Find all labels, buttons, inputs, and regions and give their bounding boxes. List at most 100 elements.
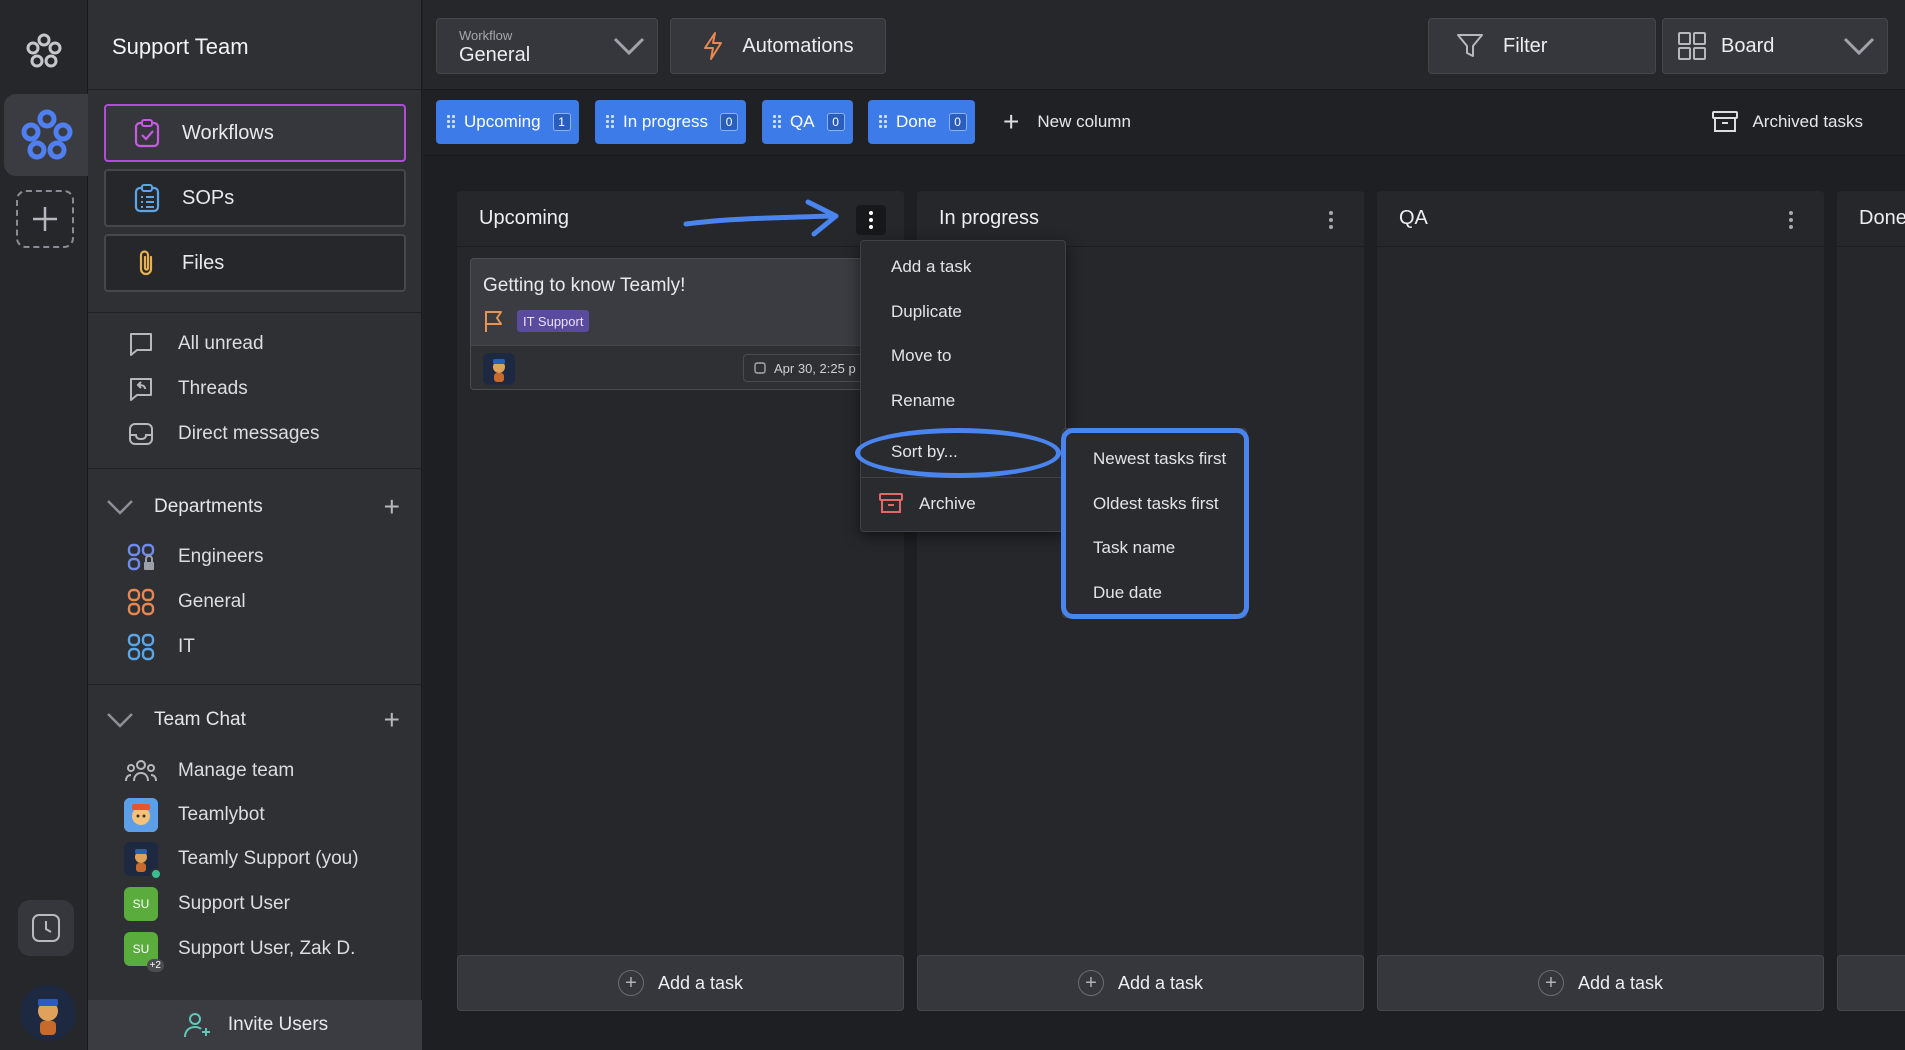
department-general-label: General [178, 591, 246, 612]
nav-workflows-button[interactable]: Workflows [104, 104, 406, 162]
department-it-icon [124, 630, 158, 664]
drag-handle-icon[interactable] [878, 114, 888, 130]
teamlybot-avatar [124, 798, 158, 832]
menu-item-add-task[interactable]: Add a task [891, 257, 971, 277]
department-item-general[interactable]: General [124, 584, 246, 620]
tab-upcoming-label: Upcoming [464, 112, 541, 131]
column-header: In progress [917, 191, 1364, 247]
workflow-select-caption: Workflow [459, 28, 513, 43]
inbox-icon [124, 417, 158, 451]
drag-handle-icon[interactable] [772, 114, 782, 130]
add-task-button[interactable] [1837, 955, 1905, 1011]
flag-icon [483, 309, 505, 338]
sort-option-newest[interactable]: Newest tasks first [1093, 449, 1226, 469]
group-avatar-initials: SU +2 [124, 932, 164, 972]
team-group-icon [124, 754, 158, 788]
task-due-date-text: Apr 30, 2:25 p [774, 360, 856, 376]
column-menu-kebab-icon[interactable] [856, 205, 886, 235]
user-avatar[interactable] [20, 985, 76, 1041]
department-item-engineers[interactable]: Engineers [124, 539, 264, 575]
lightning-icon [702, 31, 724, 61]
add-workspace-button[interactable] [16, 190, 74, 248]
history-clock-icon[interactable] [18, 900, 74, 956]
invite-users-label: Invite Users [227, 1014, 329, 1035]
board-grid-icon [1677, 31, 1707, 61]
threads-item[interactable]: Threads [124, 371, 248, 407]
calendar-icon [754, 362, 766, 374]
column-tabs-bar: Upcoming 1 In progress 0 QA 0 Done 0 + N… [423, 90, 1905, 156]
all-unread-item[interactable]: All unread [124, 326, 264, 362]
add-chat-plus-icon[interactable]: + [384, 704, 400, 736]
department-item-it[interactable]: IT [124, 629, 195, 665]
sort-by-highlight-ring [855, 428, 1061, 478]
automations-button[interactable]: Automations [670, 18, 886, 74]
drag-handle-icon[interactable] [605, 114, 615, 130]
add-task-button[interactable]: + Add a task [917, 955, 1364, 1011]
archived-tasks-button[interactable]: Archived tasks [1712, 100, 1863, 144]
app-logo-icon[interactable] [22, 30, 66, 74]
menu-item-move-to[interactable]: Move to [891, 346, 951, 366]
add-user-icon [182, 1010, 214, 1040]
column-title: QA [1399, 207, 1428, 229]
paperclip-icon [132, 248, 162, 278]
sort-option-oldest[interactable]: Oldest tasks first [1093, 494, 1219, 514]
filter-button[interactable]: Filter [1428, 18, 1656, 74]
new-column-label: New column [1037, 112, 1131, 131]
chevron-down-icon [104, 712, 136, 728]
add-task-label: Add a task [1117, 972, 1204, 993]
plus-icon: + [1003, 106, 1020, 137]
manage-team-item[interactable]: Manage team [124, 753, 294, 789]
chat-member-support-user-zak[interactable]: SU +2 Support User, Zak D. [124, 931, 355, 972]
task-due-date[interactable]: Apr 30, 2:25 p [743, 354, 867, 382]
filter-funnel-icon [1455, 31, 1485, 61]
threads-label: Threads [178, 378, 248, 399]
tab-in-progress[interactable]: In progress 0 [595, 100, 747, 144]
menu-item-rename[interactable]: Rename [891, 391, 955, 411]
assignee-avatar[interactable] [483, 353, 515, 385]
add-task-button[interactable]: + Add a task [457, 955, 904, 1011]
tab-upcoming[interactable]: Upcoming 1 [436, 100, 579, 144]
workspace-switcher-support-team[interactable] [4, 94, 88, 176]
teamly-support-avatar [124, 842, 162, 880]
chat-bubble-icon [124, 327, 158, 361]
group-initials: SU [132, 942, 150, 956]
nav-sops-button[interactable]: SOPs [104, 169, 406, 227]
view-mode-select[interactable]: Board [1662, 18, 1888, 74]
tab-done-count: 0 [948, 113, 967, 131]
chat-member-support-user[interactable]: SU Support User [124, 886, 290, 922]
chat-member-teamly-support[interactable]: Teamly Support (you) [124, 841, 359, 880]
tab-in-progress-label: In progress [623, 112, 709, 131]
add-task-button[interactable]: + Add a task [1377, 955, 1824, 1011]
chevron-down-icon [613, 37, 645, 60]
departments-title: Departments [154, 496, 263, 517]
team-chat-section-header[interactable]: Team Chat + [104, 702, 406, 738]
departments-section-header[interactable]: Departments + [104, 489, 406, 525]
workflow-select[interactable]: Workflow General [436, 18, 658, 74]
tab-done[interactable]: Done 0 [868, 100, 975, 144]
drag-handle-icon[interactable] [446, 114, 456, 130]
nav-workflows-label: Workflows [182, 121, 274, 144]
column-header: Done [1837, 191, 1905, 247]
manage-team-label: Manage team [178, 760, 295, 781]
task-card-title: Getting to know Teamly! [483, 275, 686, 296]
new-column-button[interactable]: + New column [1003, 100, 1131, 144]
invite-users-button[interactable]: Invite Users [88, 1000, 422, 1050]
all-unread-label: All unread [178, 333, 264, 354]
divider [88, 684, 422, 685]
column-menu-kebab-icon[interactable] [1776, 205, 1806, 235]
sort-option-due-date[interactable]: Due date [1093, 583, 1162, 603]
top-toolbar: Workflow General Automations Filter Boar… [423, 0, 1905, 90]
direct-messages-item[interactable]: Direct messages [124, 416, 320, 452]
column-menu-kebab-icon[interactable] [1316, 205, 1346, 235]
tab-qa[interactable]: QA 0 [762, 100, 853, 144]
teamlybot-label: Teamlybot [178, 804, 265, 825]
sort-option-task-name[interactable]: Task name [1093, 538, 1175, 558]
archived-tasks-label: Archived tasks [1752, 112, 1863, 131]
task-card[interactable]: Getting to know Teamly! IT Support Apr 3… [470, 258, 900, 390]
add-department-plus-icon[interactable]: + [384, 491, 400, 523]
menu-item-archive[interactable]: Archive [919, 494, 976, 514]
chat-member-teamlybot[interactable]: Teamlybot [124, 797, 265, 833]
menu-item-duplicate[interactable]: Duplicate [891, 302, 962, 322]
nav-files-button[interactable]: Files [104, 234, 406, 292]
nav-sops-label: SOPs [182, 186, 235, 209]
